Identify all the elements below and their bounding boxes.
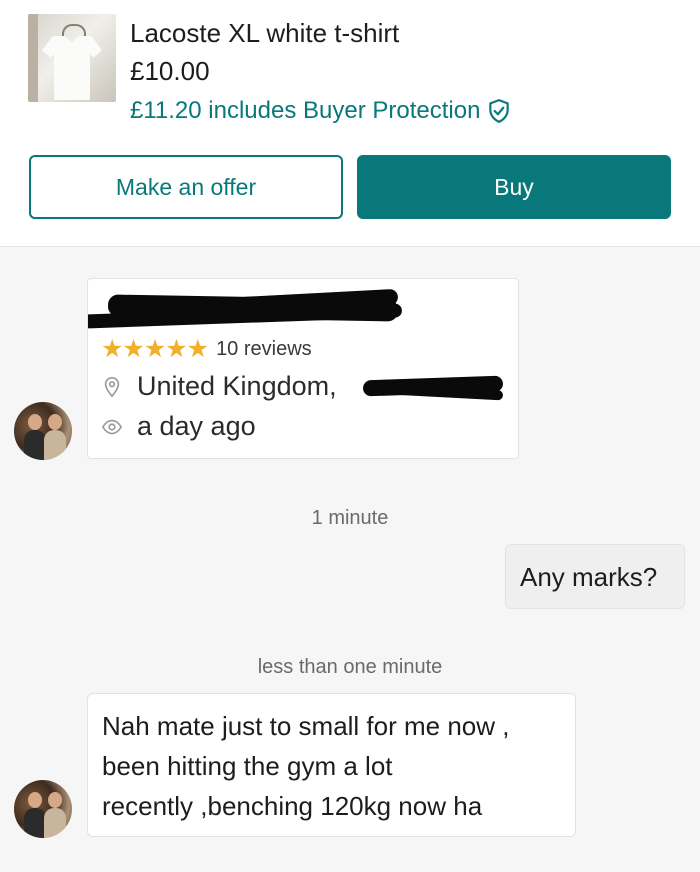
- avatar-figure: [24, 430, 46, 460]
- message-timestamp: 1 minute: [311, 507, 389, 529]
- make-offer-button[interactable]: Make an offer: [29, 155, 343, 219]
- star-rating-icon: ★★★★★: [101, 335, 209, 363]
- message-line: recently ,benching 120kg now ha: [102, 791, 483, 821]
- avatar-figure: [44, 430, 66, 460]
- avatar-figure: [48, 414, 62, 430]
- seller-avatar[interactable]: [14, 402, 72, 460]
- incoming-message[interactable]: Nah mate just to small for me now , been…: [87, 693, 576, 837]
- seller-profile-card[interactable]: ★★★★★ 10 reviews United Kingdom, a day a…: [87, 278, 519, 459]
- avatar-figure: [28, 414, 42, 430]
- avatar-figure: [48, 792, 62, 808]
- buy-button[interactable]: Buy: [357, 155, 671, 219]
- outgoing-message[interactable]: Any marks?: [505, 544, 685, 609]
- listing-header: Lacoste XL white t-shirt £10.00 £11.20 i…: [0, 0, 700, 247]
- location-pin-icon: [104, 376, 120, 397]
- seller-last-seen: a day ago: [101, 411, 256, 442]
- avatar-figure: [44, 808, 66, 838]
- buyer-protection-text: £11.20 includes Buyer Protection: [130, 97, 481, 124]
- tshirt-graphic: [42, 36, 102, 100]
- message-line: Nah mate just to small for me now ,: [102, 711, 510, 741]
- eye-icon: [101, 419, 123, 434]
- location-text: United Kingdom,: [137, 371, 337, 401]
- reviews-count: 10 reviews: [216, 338, 312, 360]
- buyer-protection-price[interactable]: £11.20 includes Buyer Protection: [130, 97, 512, 125]
- item-price: £10.00: [130, 56, 210, 86]
- item-title[interactable]: Lacoste XL white t-shirt: [130, 18, 399, 49]
- seller-rating[interactable]: ★★★★★ 10 reviews: [101, 337, 312, 362]
- thumbnail-background: [28, 14, 38, 102]
- avatar-figure: [24, 808, 46, 838]
- message-timestamp: less than one minute: [257, 656, 443, 678]
- shield-check-icon: [489, 99, 510, 123]
- seller-location: United Kingdom,: [101, 371, 337, 402]
- avatar-figure: [28, 792, 42, 808]
- item-thumbnail[interactable]: [28, 14, 116, 102]
- hanger-graphic: [62, 24, 86, 38]
- seller-avatar[interactable]: [14, 780, 72, 838]
- last-seen-text: a day ago: [137, 411, 256, 441]
- message-line: been hitting the gym a lot: [102, 751, 393, 781]
